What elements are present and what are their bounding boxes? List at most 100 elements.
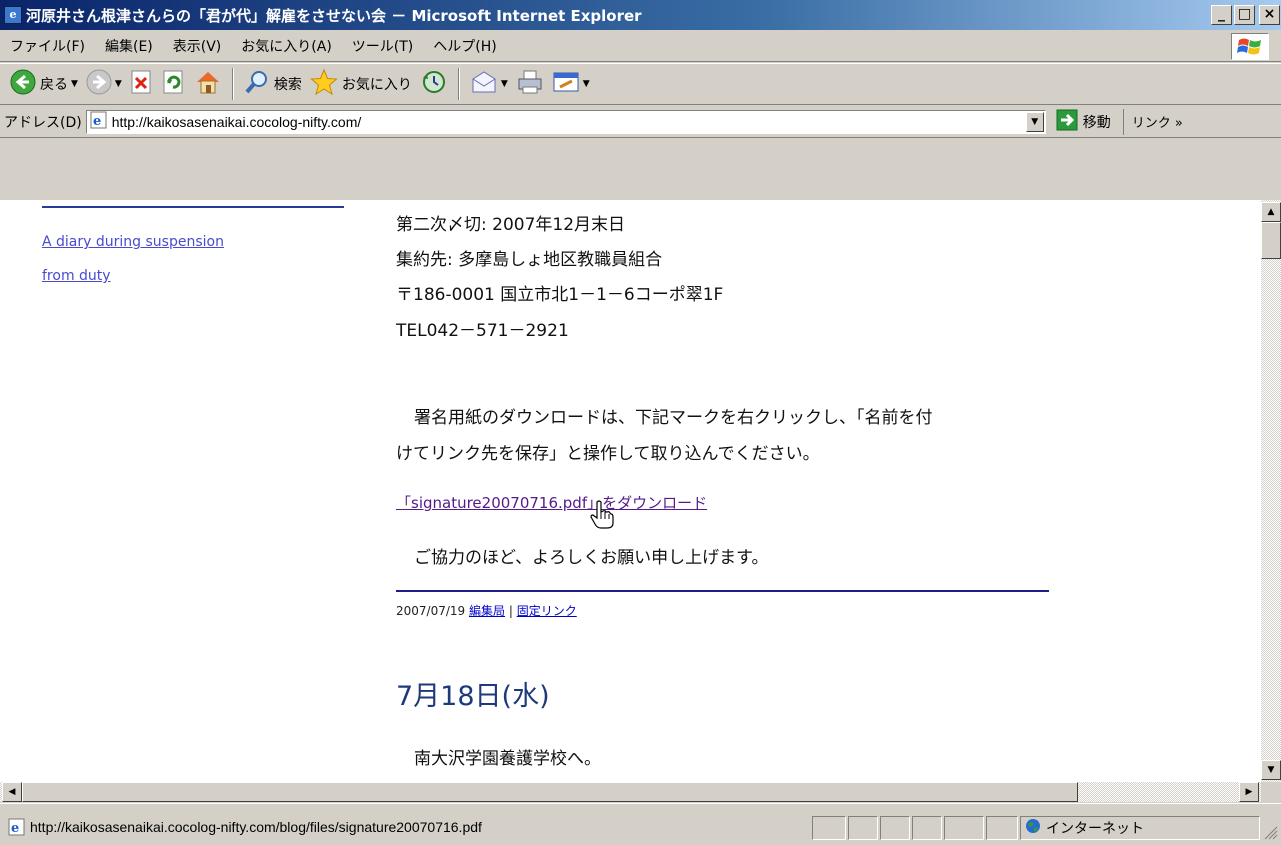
edit-page-icon [552, 69, 580, 99]
mail-dropdown-icon[interactable]: ▼ [501, 79, 508, 89]
vertical-scrollbar[interactable]: ▲ ▼ [1261, 200, 1281, 782]
stop-icon [130, 70, 154, 98]
author-link[interactable]: 編集局 [469, 604, 505, 618]
refresh-icon [162, 70, 186, 98]
go-button[interactable]: 移動 [1056, 109, 1111, 135]
back-arrow-icon [10, 69, 36, 99]
toolbar-separator [231, 68, 234, 100]
forward-arrow-icon [86, 69, 112, 99]
back-dropdown-icon[interactable]: ▼ [71, 79, 78, 89]
search-button[interactable]: 検索 [240, 66, 306, 102]
address-label: アドレス(D) [4, 114, 82, 131]
forward-dropdown-icon[interactable]: ▼ [115, 79, 122, 89]
svg-text:e: e [11, 821, 19, 836]
next-entry-line: 南大沢学園養護学校へ。 [414, 749, 601, 769]
tel-line: TEL042－571－2921 [396, 321, 569, 341]
forward-button[interactable]: ▼ [82, 66, 126, 102]
history-icon [420, 69, 448, 99]
scroll-down-icon[interactable]: ▼ [1261, 760, 1281, 780]
edit-button[interactable]: ▼ [548, 66, 594, 102]
menu-view[interactable]: 表示(V) [163, 36, 232, 56]
refresh-button[interactable] [158, 66, 190, 102]
thanks-line: ご協力のほど、よろしくお願い申し上げます。 [414, 548, 769, 568]
scroll-right-icon[interactable]: ▶ [1239, 782, 1259, 802]
edit-dropdown-icon[interactable]: ▼ [583, 79, 590, 89]
scroll-left-icon[interactable]: ◀ [2, 782, 22, 802]
entry-date: 2007/07/19 [396, 604, 466, 618]
globe-icon [1025, 818, 1041, 838]
address-input[interactable]: e http://kaikosasenaikai.cocolog-nifty.c… [85, 109, 1046, 134]
menu-help[interactable]: ヘルプ(H) [423, 36, 506, 56]
collect-line: 集約先: 多摩島しょ地区教職員組合 [396, 250, 663, 270]
status-bar: e http://kaikosasenaikai.cocolog-nifty.c… [0, 803, 1281, 845]
download-link[interactable]: 「signature20070716.pdf」をダウンロード [396, 492, 707, 513]
menu-file[interactable]: ファイル(F) [0, 36, 95, 56]
minimize-button[interactable]: _ [1211, 5, 1232, 25]
page-viewport[interactable]: A diary during suspension from duty 第一次〆… [0, 200, 1261, 782]
instruction-line-2: けてリンク先を保存」と操作して取り込んでください。 [396, 444, 820, 464]
search-icon [244, 69, 270, 99]
hand-cursor-icon [590, 500, 614, 534]
go-label: 移動 [1082, 114, 1111, 131]
resize-grip-icon[interactable] [1262, 824, 1278, 840]
status-panel [944, 816, 984, 840]
search-label: 検索 [273, 77, 302, 93]
deadline-line: 第二次〆切: 2007年12月末日 [396, 215, 626, 235]
favorites-button[interactable]: お気に入り [306, 66, 416, 102]
window-title: 河原井さん根津さんらの「君が代」解雇をさせない会 － Microsoft Int… [26, 6, 642, 25]
back-label: 戻る [40, 77, 68, 93]
page-icon: e [90, 111, 108, 133]
go-arrow-icon [1056, 109, 1078, 135]
maximize-button[interactable]: □ [1234, 5, 1255, 25]
vertical-scroll-thumb[interactable] [1261, 222, 1281, 259]
mail-button[interactable]: ▼ [466, 66, 512, 102]
status-text: http://kaikosasenaikai.cocolog-nifty.com… [30, 819, 482, 835]
mail-icon [470, 69, 498, 99]
close-button[interactable]: × [1259, 5, 1280, 25]
scrollbar-corner [1261, 782, 1281, 802]
instruction-line-1: 署名用紙のダウンロードは、下記マークを右クリックし、「名前を付 [414, 408, 933, 428]
print-button[interactable] [512, 66, 548, 102]
home-button[interactable] [190, 66, 226, 102]
zone-label: インターネット [1046, 821, 1144, 837]
horizontal-scroll-thumb[interactable] [22, 782, 1078, 802]
status-panel [880, 816, 910, 840]
stop-button[interactable] [126, 66, 158, 102]
standard-toolbar: 戻る ▼ ▼ 検索 お気に入り ▼ ▼ [0, 63, 1281, 105]
meta-separator: | [508, 604, 513, 618]
status-panel [848, 816, 878, 840]
security-zone: インターネット [1020, 816, 1260, 840]
sidebar-link-line1: A diary during suspension [42, 234, 224, 250]
next-entry-heading: 7月18日(水) [396, 681, 550, 712]
status-panel [912, 816, 942, 840]
windows-logo-icon [1231, 33, 1269, 60]
sidebar-link-diary-cont[interactable]: from duty [42, 268, 111, 284]
address-url: http://kaikosasenaikai.cocolog-nifty.com… [111, 113, 362, 130]
home-icon [194, 69, 222, 99]
address-dropdown-icon[interactable]: ▼ [1025, 111, 1044, 132]
status-page-icon: e [8, 818, 26, 840]
status-panel [812, 816, 846, 840]
svg-text:e: e [93, 114, 101, 129]
title-bar[interactable]: e 河原井さん根津さんらの「君が代」解雇をさせない会 － Microsoft I… [0, 0, 1281, 30]
sidebar-divider [42, 206, 344, 208]
sidebar-link-diary[interactable]: A diary during suspension [42, 234, 224, 250]
entry-divider [396, 590, 1049, 592]
links-button[interactable]: リンク » [1122, 108, 1183, 135]
address-bar: アドレス(D) e http://kaikosasenaikai.cocolog… [0, 106, 1281, 138]
back-button[interactable]: 戻る ▼ [6, 66, 82, 102]
entry-meta: 2007/07/19 編集局 | 固定リンク [396, 602, 577, 619]
menu-bar: ファイル(F) 編集(E) 表示(V) お気に入り(A) ツール(T) ヘルプ(… [0, 30, 1281, 62]
menu-edit[interactable]: 編集(E) [95, 36, 163, 56]
favorites-label: お気に入り [341, 77, 412, 93]
permalink-link[interactable]: 固定リンク [517, 604, 577, 618]
menu-favorites[interactable]: お気に入り(A) [231, 36, 342, 56]
history-button[interactable] [416, 66, 452, 102]
menu-tools[interactable]: ツール(T) [342, 36, 423, 56]
address-line: 〒186-0001 国立市北1－1－6コーポ翠1F [396, 285, 724, 305]
printer-icon [516, 69, 544, 99]
horizontal-scrollbar[interactable]: ◀ ▶ [0, 782, 1261, 802]
ie-page-icon: e [4, 6, 22, 24]
scroll-up-icon[interactable]: ▲ [1261, 202, 1281, 222]
browser-window: e 河原井さん根津さんらの「君が代」解雇をさせない会 － Microsoft I… [0, 0, 1281, 845]
